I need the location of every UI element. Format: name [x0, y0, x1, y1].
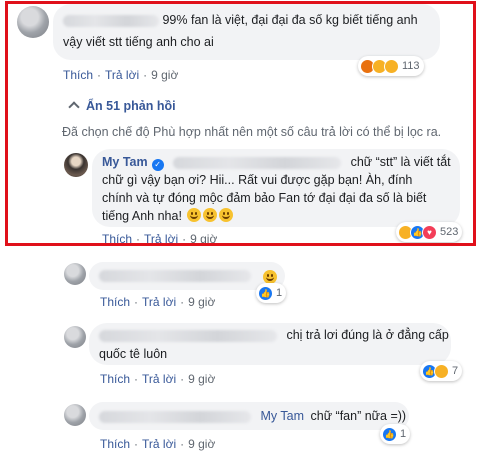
reaction-count: 7 — [452, 365, 459, 377]
reply-link[interactable]: Trả lời — [142, 437, 176, 451]
timestamp[interactable]: 9 giờ — [188, 437, 215, 451]
like-icon: 👍 — [382, 426, 397, 442]
reply-link[interactable]: Trả lời — [142, 295, 176, 309]
blurred-author-name — [99, 329, 277, 342]
haha-icon — [434, 363, 449, 379]
reaction-summary[interactable]: 👍 7 — [420, 361, 463, 381]
like-link[interactable]: Thích — [100, 295, 130, 309]
comment-bubble: My Tam chữ “fan” nữa =)) — [89, 402, 409, 430]
reaction-count: 1 — [400, 428, 407, 440]
blurred-comment-text — [99, 270, 251, 282]
reaction-count: 1 — [276, 287, 283, 299]
highlight-frame — [5, 1, 476, 246]
mention-tag[interactable]: My Tam — [260, 409, 304, 423]
like-link[interactable]: Thích — [100, 372, 130, 386]
comment-bubble: chị trả lơi đúng là ở đẳng cấp quốc tê l… — [89, 323, 451, 365]
timestamp[interactable]: 9 giờ — [188, 295, 215, 309]
blurred-author-name — [99, 410, 251, 423]
reply-link[interactable]: Trả lời — [142, 372, 176, 386]
like-link[interactable]: Thích — [100, 437, 130, 451]
smiling-emoji-icon — [263, 270, 277, 284]
comment-text: chữ “fan” nữa =)) — [310, 409, 407, 423]
avatar[interactable] — [64, 263, 86, 285]
reaction-summary[interactable]: 👍 1 — [380, 424, 411, 444]
comment-actions: Thích · Trả lời · 9 giờ — [100, 372, 216, 386]
comment-actions: Thích · Trả lời · 9 giờ — [100, 295, 216, 309]
comment-bubble — [89, 262, 285, 290]
comment-actions: Thích · Trả lời · 9 giờ — [100, 437, 216, 451]
avatar[interactable] — [64, 326, 86, 348]
comment-text: quốc tê luôn — [99, 347, 168, 361]
like-icon: 👍 — [258, 285, 273, 301]
timestamp[interactable]: 9 giờ — [188, 372, 215, 386]
avatar[interactable] — [64, 404, 86, 426]
comment-text: chị trả lơi đúng là ở đẳng cấp — [286, 328, 449, 342]
reaction-summary[interactable]: 👍 1 — [256, 283, 287, 303]
